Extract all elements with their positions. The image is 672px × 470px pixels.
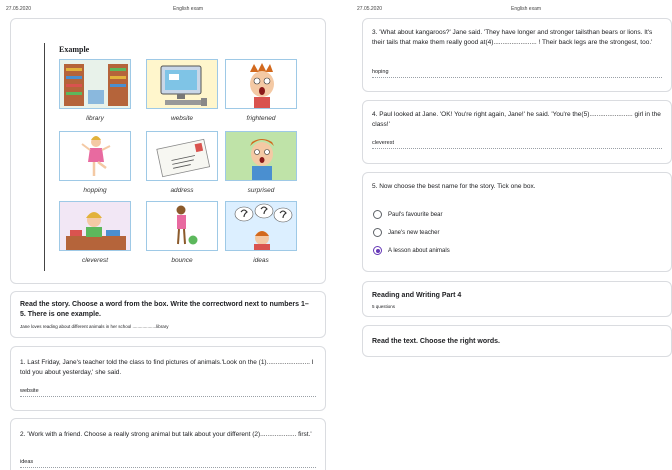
section-header-card: Reading and Writing Part 4 5 questions xyxy=(362,281,672,317)
instructions-example: Jane loves reading about different anima… xyxy=(20,324,169,329)
word-website-caption: website xyxy=(170,115,194,122)
right-page-date: 27.05.2020 xyxy=(357,6,383,12)
question-4-answer[interactable]: cleverest xyxy=(372,140,394,146)
option-janes-new-teacher[interactable]: Jane's new teacher xyxy=(373,228,440,237)
example-word-library: library xyxy=(59,59,131,122)
word-ideas-caption: ideas xyxy=(253,257,269,264)
example-divider xyxy=(44,43,45,271)
question-4-answer-underline xyxy=(372,148,662,149)
example-word-surprised: surprised xyxy=(225,131,297,194)
example-word-address: address xyxy=(146,131,218,194)
bounce-picture xyxy=(146,201,218,251)
question-5-text: 5. Now choose the best name for the stor… xyxy=(372,183,536,190)
example-word-frightened: frightened xyxy=(225,59,297,122)
website-picture xyxy=(146,59,218,109)
address-picture xyxy=(146,131,218,181)
example-word-cleverest: cleverest xyxy=(59,201,131,264)
option-janes-new-teacher-label: Jane's new teacher xyxy=(388,229,440,236)
radio-a-lesson-about-animals[interactable] xyxy=(373,246,382,255)
question-3-answer-underline xyxy=(372,77,662,78)
read-text-title: Read the text. Choose the right words. xyxy=(372,338,500,345)
example-word-box: Example library website frightened hoppi… xyxy=(11,19,325,283)
question-3-answer[interactable]: hoping xyxy=(372,69,389,75)
right-page-title: English exam xyxy=(511,6,542,12)
option-a-lesson-about-animals-label: A lesson about animals xyxy=(388,247,450,254)
ideas-picture xyxy=(225,201,297,251)
word-bounce-caption: bounce xyxy=(171,257,193,264)
example-title: Example xyxy=(59,45,90,54)
frightened-picture xyxy=(225,59,297,109)
cleverest-picture xyxy=(59,201,131,251)
hopping-picture xyxy=(59,131,131,181)
word-hopping-caption: hopping xyxy=(83,187,107,194)
option-pauls-favourite-bear[interactable]: Paul's favourite bear xyxy=(373,210,443,219)
question-1-text: 1. Last Friday, Jane's teacher told the … xyxy=(20,359,314,376)
question-2-answer-underline xyxy=(20,467,316,468)
question-2-card: 2. 'Work with a friend. Choose a really … xyxy=(10,418,326,470)
section-title: Reading and Writing Part 4 xyxy=(372,292,462,299)
word-cleverest-caption: cleverest xyxy=(81,257,108,264)
example-word-website: website xyxy=(146,59,218,122)
example-image-card: Example library website frightened hoppi… xyxy=(10,18,326,284)
question-2-answer[interactable]: ideas xyxy=(20,459,33,465)
radio-janes-new-teacher[interactable] xyxy=(373,228,382,237)
question-1-card: 1. Last Friday, Jane's teacher told the … xyxy=(10,346,326,411)
surprised-picture xyxy=(225,131,297,181)
option-a-lesson-about-animals[interactable]: A lesson about animals xyxy=(373,246,450,255)
left-page-date: 27.05.2020 xyxy=(6,6,32,12)
example-word-bounce: bounce xyxy=(146,201,218,264)
word-library-caption: library xyxy=(86,115,104,122)
word-frightened-caption: frightened xyxy=(246,115,276,122)
question-4-card: 4. Paul looked at Jane. 'OK! You're righ… xyxy=(362,100,672,164)
question-5-card: 5. Now choose the best name for the stor… xyxy=(362,172,672,272)
question-1-answer[interactable]: website xyxy=(20,388,39,394)
instructions-text: Read the story. Choose a word from the b… xyxy=(20,301,309,318)
question-2-text: 2. 'Work with a friend. Choose a really … xyxy=(20,431,312,438)
question-3-text: 3. 'What about kangaroos?' Jane said. 'T… xyxy=(372,29,653,46)
library-picture xyxy=(59,59,131,109)
question-3-card: 3. 'What about kangaroos?' Jane said. 'T… xyxy=(362,18,672,92)
section-subtitle: 5 questions xyxy=(372,304,396,309)
read-text-card: Read the text. Choose the right words. xyxy=(362,325,672,357)
left-page-title: English exam xyxy=(173,6,204,12)
radio-pauls-favourite-bear[interactable] xyxy=(373,210,382,219)
example-word-hopping: hopping xyxy=(59,131,131,194)
word-surprised-caption: surprised xyxy=(247,187,275,194)
word-address-caption: address xyxy=(170,187,194,194)
option-pauls-favourite-bear-label: Paul's favourite bear xyxy=(388,211,443,218)
question-1-answer-underline xyxy=(20,396,316,397)
question-4-text: 4. Paul looked at Jane. 'OK! You're righ… xyxy=(372,111,661,128)
instructions-card: Read the story. Choose a word from the b… xyxy=(10,291,326,338)
example-word-ideas: ideas xyxy=(225,201,297,264)
